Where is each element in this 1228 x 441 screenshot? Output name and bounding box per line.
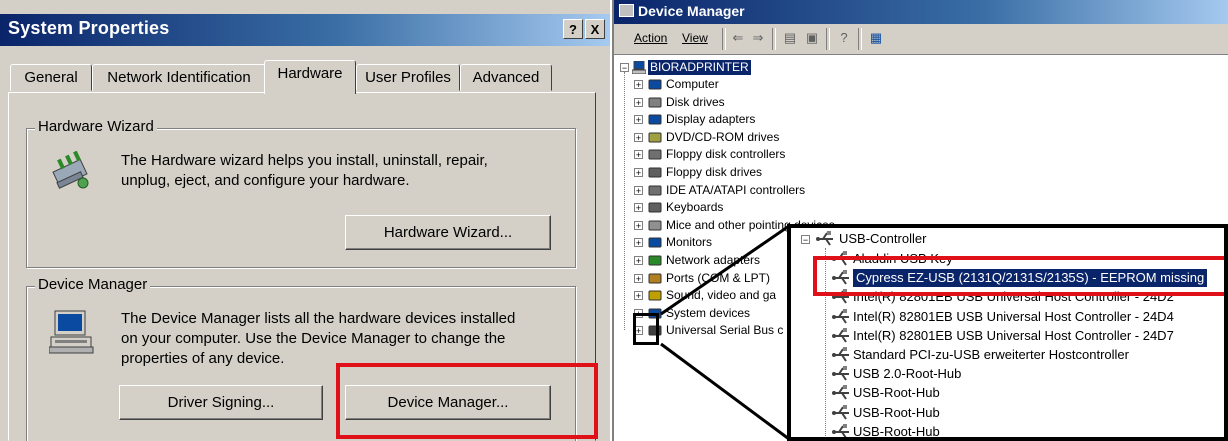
usb-device-label: Intel(R) 82801EB USB Universal Host Cont… (853, 327, 1174, 343)
device-manager-description-line3: properties of any device. (121, 350, 285, 367)
usb-device-label: USB-Root-Hub (853, 423, 940, 439)
usb-device-label: Standard PCI-zu-USB erweiterter Hostcont… (853, 347, 1129, 362)
title-bar: System Properties ? X (0, 14, 610, 46)
usb-icon (831, 347, 851, 363)
hardware-wizard-button[interactable]: Hardware Wizard... (345, 215, 551, 250)
device-manager-description-line2: on your computer. Use the Device Manager… (121, 330, 506, 347)
hardware-wizard-group: Hardware Wizard The Hardware wizard help… (26, 118, 576, 268)
usb-icon (831, 308, 851, 325)
usb-device-label: Intel(R) 82801EB USB Universal Host Cont… (853, 308, 1174, 324)
hardware-wizard-icon (49, 151, 97, 193)
usb-icon (815, 231, 835, 247)
usb-device-label: USB-Root-Hub (853, 404, 940, 420)
window-title: System Properties (8, 18, 170, 38)
highlight-box (813, 256, 1224, 296)
system-properties-window: System Properties ? X General Network Id… (0, 0, 610, 441)
usb-icon (831, 366, 851, 382)
usb-icon (831, 385, 851, 401)
tab-user-profiles[interactable]: User Profiles (356, 64, 460, 91)
zoom-source-box (633, 313, 659, 345)
usb-device-label: USB-Root-Hub (853, 385, 940, 401)
group-title: Device Manager (35, 276, 151, 293)
tab-hardware[interactable]: Hardware (264, 60, 356, 94)
close-button[interactable]: X (585, 19, 605, 39)
group-title: Hardware Wizard (35, 118, 157, 135)
usb-zoom-inset: − USB-Controller Aladdin USB Key Cypress … (787, 224, 1228, 441)
usb-icon (831, 327, 851, 344)
usb-controller-label: USB-Controller (839, 231, 927, 246)
hardware-wizard-description-line1: The Hardware wizard helps you install, u… (121, 152, 488, 169)
collapse-icon[interactable]: − (801, 235, 810, 245)
tab-network-identification[interactable]: Network Identification (92, 64, 266, 91)
driver-signing-button[interactable]: Driver Signing... (119, 385, 323, 420)
usb-device-label: USB 2.0-Root-Hub (853, 366, 962, 382)
help-button[interactable]: ? (563, 19, 583, 39)
hardware-wizard-description-line2: unplug, eject, and configure your hardwa… (121, 172, 410, 189)
computer-icon (49, 309, 97, 355)
highlight-box (336, 363, 598, 439)
tab-advanced[interactable]: Advanced (460, 64, 552, 91)
usb-icon (831, 423, 851, 437)
tab-general[interactable]: General (10, 64, 92, 91)
usb-icon (831, 404, 851, 421)
device-manager-description-line1: The Device Manager lists all the hardwar… (121, 310, 516, 327)
